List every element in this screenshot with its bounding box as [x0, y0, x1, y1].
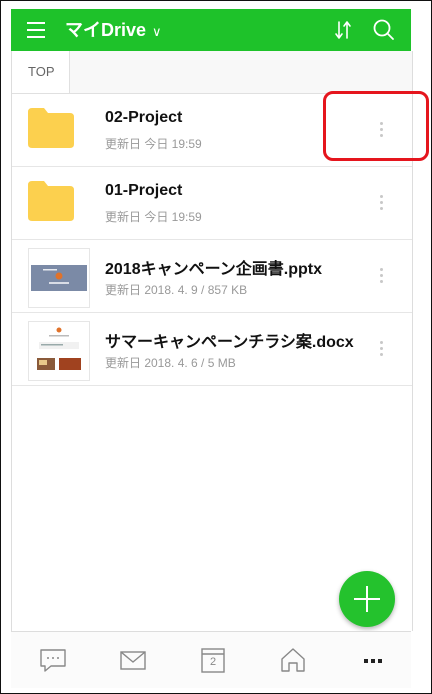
add-file-button[interactable]: [339, 571, 395, 627]
folder-icon: [28, 175, 88, 231]
file-meta: 更新日 今日 19:59: [105, 210, 202, 224]
pptx-thumbnail: [28, 248, 90, 308]
file-meta: 更新日 2018. 4. 6 / 5 MB: [105, 356, 236, 370]
docx-thumbnail: [28, 321, 90, 381]
file-name: サマーキャンペーンチラシ案.docx: [105, 334, 354, 351]
drive-selector[interactable]: マイDrive ∨: [65, 9, 162, 51]
menu-icon[interactable]: [27, 22, 47, 38]
mail-icon[interactable]: [117, 644, 149, 676]
bottom-nav: 2: [11, 631, 411, 688]
file-name: 02-Project: [105, 109, 183, 126]
sort-icon[interactable]: [331, 18, 355, 42]
more-options-icon[interactable]: [366, 187, 398, 219]
file-row[interactable]: 01-Project 更新日 今日 19:59: [12, 167, 412, 240]
search-icon[interactable]: [371, 17, 397, 43]
file-row[interactable]: 2018キャンペーン企画書.pptx 更新日 2018. 4. 9 / 857 …: [12, 240, 412, 313]
more-icon[interactable]: [357, 644, 389, 676]
file-row[interactable]: サマーキャンペーンチラシ案.docx 更新日 2018. 4. 6 / 5 MB: [12, 313, 412, 386]
app-frame: マイDrive ∨ TOP 02-Project 更新日 今日 19:59 01…: [0, 0, 432, 694]
home-icon[interactable]: [277, 644, 309, 676]
file-name: 2018キャンペーン企画書.pptx: [105, 261, 323, 278]
breadcrumb: TOP: [12, 51, 412, 94]
chevron-down-icon: ∨: [152, 24, 162, 39]
calendar-day: 2: [209, 656, 217, 668]
folder-icon: [28, 102, 88, 158]
breadcrumb-top[interactable]: TOP: [12, 51, 70, 93]
more-options-icon[interactable]: [366, 260, 398, 292]
file-meta: 更新日 2018. 4. 9 / 857 KB: [105, 283, 248, 297]
file-name: 01-Project: [105, 182, 183, 199]
calendar-icon[interactable]: 2: [197, 644, 229, 676]
app-header: マイDrive ∨: [11, 9, 411, 51]
chat-icon[interactable]: [37, 644, 69, 676]
highlight-annotation: [323, 91, 429, 161]
file-meta: 更新日 今日 19:59: [105, 137, 202, 151]
page-title: マイDrive: [65, 20, 147, 40]
more-options-icon[interactable]: [366, 333, 398, 365]
